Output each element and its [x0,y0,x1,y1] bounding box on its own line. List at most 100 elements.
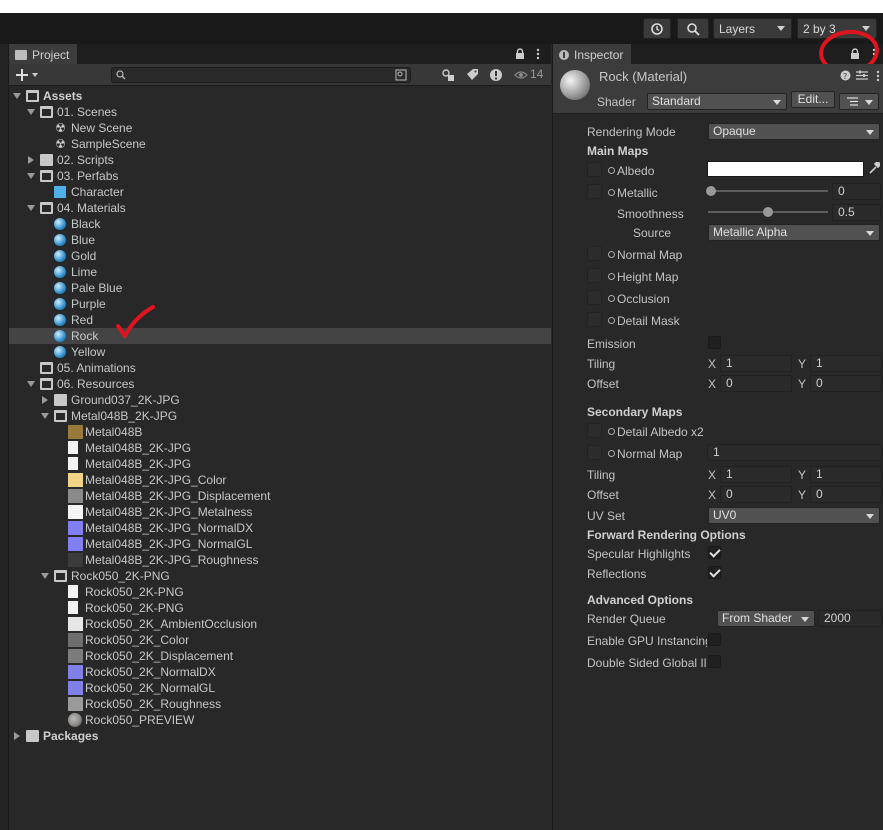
history-button[interactable] [643,18,671,39]
expand-arrow-icon[interactable] [13,93,21,99]
tree-row[interactable]: 03. Perfabs [9,168,551,184]
tree-row[interactable]: 04. Materials [9,200,551,216]
smoothness-slider-handle[interactable] [763,207,773,217]
tree-row[interactable]: Metal048B_2K-JPG_NormalGL [9,536,551,552]
search-toolbar-button[interactable] [677,18,709,39]
height-map-slot[interactable] [587,268,602,283]
tree-row[interactable]: Pale Blue [9,280,551,296]
detail-mask-slot[interactable] [587,312,602,327]
tree-row[interactable]: Rock050_2K-PNG [9,584,551,600]
secondary-normal-scale-field[interactable]: 1 [707,444,882,461]
eyedropper-icon[interactable] [868,162,880,175]
gpu-instancing-checkbox[interactable] [708,633,721,646]
offset-x-field[interactable]: 0 [720,375,792,392]
tree-row[interactable]: Metal048B_2K-JPG_Roughness [9,552,551,568]
more-options-icon[interactable] [536,48,540,60]
tree-row[interactable]: 02. Scripts [9,152,551,168]
double-sided-gi-checkbox[interactable] [708,655,721,668]
secondary-normal-map-slot[interactable] [587,445,602,460]
tree-row[interactable]: Packages [9,728,551,744]
tree-row[interactable]: Red [9,312,551,328]
reflections-checkbox[interactable] [708,566,721,579]
emission-checkbox[interactable] [708,336,721,349]
tree-row[interactable]: Ground037_2K-JPG [9,392,551,408]
collapse-arrow-icon[interactable] [42,396,48,404]
tree-row[interactable]: Purple [9,296,551,312]
tree-row[interactable]: Black [9,216,551,232]
detail-albedo-slot[interactable] [587,423,602,438]
tree-row[interactable]: Metal048B_2K-JPG_Metalness [9,504,551,520]
secondary-offset-y-field[interactable]: 0 [810,486,882,503]
tree-row[interactable]: Rock050_2K_NormalDX [9,664,551,680]
shader-options-button[interactable] [839,93,879,110]
smoothness-value-field[interactable]: 0.5 [832,204,881,221]
tree-row[interactable]: Lime [9,264,551,280]
search-by-type-icon[interactable] [441,68,455,82]
collapse-arrow-icon[interactable] [14,732,20,740]
tab-project[interactable]: Project [9,44,78,64]
rendering-mode-dropdown[interactable]: Opaque [708,123,880,140]
tree-row[interactable]: Metal048B_2K-JPG [9,456,551,472]
tree-row[interactable]: Rock [9,328,551,344]
preset-icon[interactable] [856,70,868,81]
chevron-down-icon[interactable] [32,73,38,77]
expand-arrow-icon[interactable] [41,573,49,579]
uv-set-dropdown[interactable]: UV0 [708,507,880,524]
collapse-arrow-icon[interactable] [28,156,34,164]
tree-row[interactable]: Metal048B_2K-JPG_Color [9,472,551,488]
project-search-input[interactable] [111,67,411,83]
tree-row[interactable]: 01. Scenes [9,104,551,120]
tree-row[interactable]: Metal048B_2K-JPG [9,408,551,424]
metallic-texture-slot[interactable] [587,184,602,199]
normal-map-slot[interactable] [587,246,602,261]
tree-row[interactable]: ☢ SampleScene [9,136,551,152]
tree-row[interactable]: Rock050_2K-PNG [9,568,551,584]
tree-row[interactable]: Metal048B_2K-JPG [9,440,551,456]
tab-inspector[interactable]: Inspector [553,44,632,64]
albedo-color-field[interactable] [707,161,864,177]
expand-arrow-icon[interactable] [27,381,35,387]
tiling-y-field[interactable]: 1 [810,355,882,372]
tiling-x-field[interactable]: 1 [720,355,792,372]
secondary-offset-x-field[interactable]: 0 [720,486,792,503]
render-queue-dropdown[interactable]: From Shader [717,610,815,627]
lock-icon[interactable] [515,48,525,60]
tree-row[interactable]: Yellow [9,344,551,360]
tree-row[interactable]: Rock050_2K_AmbientOcclusion [9,616,551,632]
secondary-tiling-y-field[interactable]: 1 [810,466,882,483]
expand-arrow-icon[interactable] [27,109,35,115]
albedo-texture-slot[interactable] [587,162,602,177]
tree-row[interactable]: Rock050_2K-PNG [9,600,551,616]
tree-row[interactable]: Gold [9,248,551,264]
tree-row[interactable]: Rock050_PREVIEW [9,712,551,728]
metallic-slider-handle[interactable] [706,186,716,196]
tree-row[interactable]: Assets [9,88,551,104]
search-filter-icon[interactable] [395,69,407,81]
help-icon[interactable]: ? [840,70,851,81]
tree-row[interactable]: ☢ New Scene [9,120,551,136]
tree-row[interactable]: 06. Resources [9,376,551,392]
add-icon[interactable] [15,68,29,82]
secondary-tiling-x-field[interactable]: 1 [720,466,792,483]
offset-y-field[interactable]: 0 [810,375,882,392]
tree-row[interactable]: Metal048B_2K-JPG_Displacement [9,488,551,504]
render-queue-value-field[interactable]: 2000 [818,610,882,627]
metallic-slider-track[interactable] [708,190,828,192]
warning-filter-icon[interactable] [489,68,503,82]
metallic-value-field[interactable]: 0 [832,183,881,200]
tree-row[interactable]: Rock050_2K_Displacement [9,648,551,664]
tree-row[interactable]: Metal048B_2K-JPG_NormalDX [9,520,551,536]
visibility-eye-icon[interactable] [514,69,528,81]
tree-row[interactable]: Rock050_2K_NormalGL [9,680,551,696]
expand-arrow-icon[interactable] [27,173,35,179]
expand-arrow-icon[interactable] [41,413,49,419]
tree-row[interactable]: Metal048B [9,424,551,440]
expand-arrow-icon[interactable] [27,205,35,211]
tree-row[interactable]: Character [9,184,551,200]
occlusion-slot[interactable] [587,290,602,305]
edit-shader-button[interactable]: Edit... [791,91,835,108]
tree-row[interactable]: Blue [9,232,551,248]
layers-dropdown[interactable]: Layers [713,18,792,39]
more-options-icon[interactable] [876,70,880,82]
specular-highlights-checkbox[interactable] [708,546,721,559]
